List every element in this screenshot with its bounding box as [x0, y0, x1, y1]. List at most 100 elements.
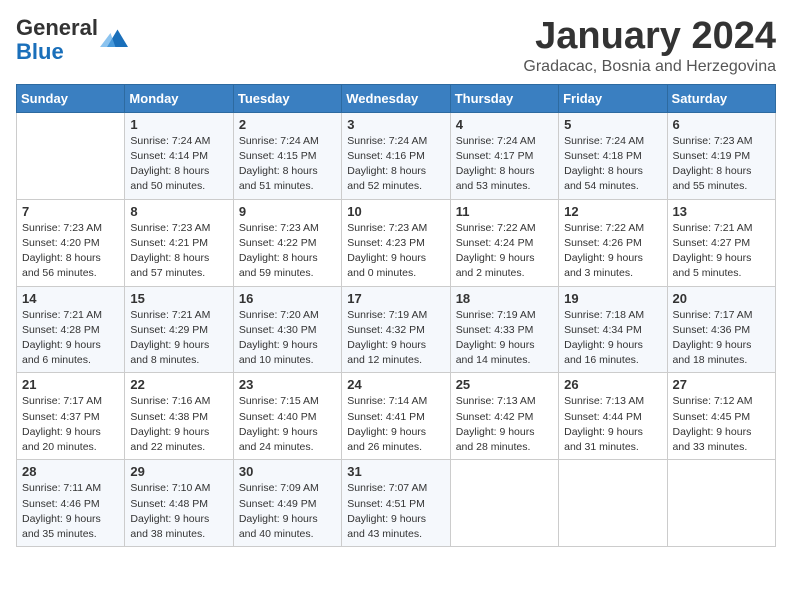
- day-number: 25: [456, 377, 553, 392]
- logo-icon: [100, 26, 128, 54]
- location: Gradacac, Bosnia and Herzegovina: [523, 58, 776, 76]
- calendar-cell: 22Sunrise: 7:16 AMSunset: 4:38 PMDayligh…: [125, 373, 233, 460]
- calendar-cell: 25 Sunrise: 7:13 AMSunset: 4:42 PMDayligh…: [450, 373, 558, 460]
- day-info: Sunrise: 7:23 AMSunset: 4:21 PMDaylight:…: [130, 221, 227, 282]
- day-number: 26: [564, 377, 661, 392]
- day-info: Sunrise: 7:21 AMSunset: 4:28 PMDaylight:…: [22, 308, 119, 369]
- day-number: 7: [22, 204, 119, 219]
- calendar-cell: 11 Sunrise: 7:22 AMSunset: 4:24 PMDayligh…: [450, 199, 558, 286]
- day-info: Sunrise: 7:23 AMSunset: 4:20 PMDaylight:…: [22, 221, 119, 282]
- day-info: Sunrise: 7:24 AMSunset: 4:18 PMDaylight:…: [564, 134, 661, 195]
- header-cell-tuesday: Tuesday: [233, 84, 341, 112]
- day-number: 30: [239, 464, 336, 479]
- day-info: Sunrise: 7:15 AMSunset: 4:40 PMDaylight:…: [239, 394, 336, 455]
- day-info: Sunrise: 7:21 AMSunset: 4:27 PMDaylight:…: [673, 221, 770, 282]
- day-number: 20: [673, 291, 770, 306]
- day-info: Sunrise: 7:14 AMSunset: 4:41 PMDaylight:…: [347, 394, 444, 455]
- day-info: Sunrise: 7:20 AMSunset: 4:30 PMDaylight:…: [239, 308, 336, 369]
- month-title: January 2024: [523, 16, 776, 58]
- calendar-week-row: 7 Sunrise: 7:23 AMSunset: 4:20 PMDaylight…: [17, 199, 776, 286]
- day-info: Sunrise: 7:16 AMSunset: 4:38 PMDaylight:…: [130, 394, 227, 455]
- calendar-cell: 2 Sunrise: 7:24 AMSunset: 4:15 PMDaylight…: [233, 112, 341, 199]
- calendar-cell: 29 Sunrise: 7:10 AMSunset: 4:48 PMDayligh…: [125, 460, 233, 547]
- calendar-cell: 20 Sunrise: 7:17 AMSunset: 4:36 PMDayligh…: [667, 286, 775, 373]
- page-header: General Blue January 2024 Gradacac, Bosn…: [16, 16, 776, 76]
- calendar-cell: 1Sunrise: 7:24 AMSunset: 4:14 PMDaylight…: [125, 112, 233, 199]
- day-number: 23: [239, 377, 336, 392]
- calendar-cell: 30 Sunrise: 7:09 AMSunset: 4:49 PMDayligh…: [233, 460, 341, 547]
- day-number: 17: [347, 291, 444, 306]
- day-number: 4: [456, 117, 553, 132]
- day-number: 24: [347, 377, 444, 392]
- calendar-cell: 16 Sunrise: 7:20 AMSunset: 4:30 PMDayligh…: [233, 286, 341, 373]
- calendar-week-row: 14 Sunrise: 7:21 AMSunset: 4:28 PMDayligh…: [17, 286, 776, 373]
- header-cell-friday: Friday: [559, 84, 667, 112]
- calendar-week-row: 1Sunrise: 7:24 AMSunset: 4:14 PMDaylight…: [17, 112, 776, 199]
- day-info: Sunrise: 7:13 AMSunset: 4:42 PMDaylight:…: [456, 394, 553, 455]
- day-info: Sunrise: 7:22 AMSunset: 4:26 PMDaylight:…: [564, 221, 661, 282]
- day-info: Sunrise: 7:23 AMSunset: 4:23 PMDaylight:…: [347, 221, 444, 282]
- day-number: 19: [564, 291, 661, 306]
- calendar-cell: 5 Sunrise: 7:24 AMSunset: 4:18 PMDaylight…: [559, 112, 667, 199]
- calendar-week-row: 21Sunrise: 7:17 AMSunset: 4:37 PMDayligh…: [17, 373, 776, 460]
- calendar-body: 1Sunrise: 7:24 AMSunset: 4:14 PMDaylight…: [17, 112, 776, 546]
- day-info: Sunrise: 7:23 AMSunset: 4:19 PMDaylight:…: [673, 134, 770, 195]
- title-block: January 2024 Gradacac, Bosnia and Herzeg…: [523, 16, 776, 76]
- day-info: Sunrise: 7:24 AMSunset: 4:17 PMDaylight:…: [456, 134, 553, 195]
- day-number: 6: [673, 117, 770, 132]
- calendar-cell: 10 Sunrise: 7:23 AMSunset: 4:23 PMDayligh…: [342, 199, 450, 286]
- calendar-cell: 19 Sunrise: 7:18 AMSunset: 4:34 PMDayligh…: [559, 286, 667, 373]
- calendar-cell: 24 Sunrise: 7:14 AMSunset: 4:41 PMDayligh…: [342, 373, 450, 460]
- day-number: 10: [347, 204, 444, 219]
- calendar-cell: 6 Sunrise: 7:23 AMSunset: 4:19 PMDaylight…: [667, 112, 775, 199]
- calendar-cell: 21Sunrise: 7:17 AMSunset: 4:37 PMDayligh…: [17, 373, 125, 460]
- day-info: Sunrise: 7:19 AMSunset: 4:32 PMDaylight:…: [347, 308, 444, 369]
- calendar-table: SundayMondayTuesdayWednesdayThursdayFrid…: [16, 84, 776, 547]
- day-info: Sunrise: 7:17 AMSunset: 4:37 PMDaylight:…: [22, 394, 119, 455]
- calendar-cell: 31Sunrise: 7:07 AMSunset: 4:51 PMDayligh…: [342, 460, 450, 547]
- calendar-cell: [667, 460, 775, 547]
- day-number: 2: [239, 117, 336, 132]
- header-cell-thursday: Thursday: [450, 84, 558, 112]
- header-cell-monday: Monday: [125, 84, 233, 112]
- header-cell-sunday: Sunday: [17, 84, 125, 112]
- day-info: Sunrise: 7:23 AMSunset: 4:22 PMDaylight:…: [239, 221, 336, 282]
- calendar-cell: 28 Sunrise: 7:11 AMSunset: 4:46 PMDayligh…: [17, 460, 125, 547]
- calendar-cell: 23 Sunrise: 7:15 AMSunset: 4:40 PMDayligh…: [233, 373, 341, 460]
- day-number: 3: [347, 117, 444, 132]
- header-cell-wednesday: Wednesday: [342, 84, 450, 112]
- day-info: Sunrise: 7:07 AMSunset: 4:51 PMDaylight:…: [347, 481, 444, 542]
- day-number: 11: [456, 204, 553, 219]
- calendar-cell: [17, 112, 125, 199]
- day-info: Sunrise: 7:17 AMSunset: 4:36 PMDaylight:…: [673, 308, 770, 369]
- calendar-cell: 27Sunrise: 7:12 AMSunset: 4:45 PMDayligh…: [667, 373, 775, 460]
- day-info: Sunrise: 7:24 AMSunset: 4:15 PMDaylight:…: [239, 134, 336, 195]
- calendar-cell: 9 Sunrise: 7:23 AMSunset: 4:22 PMDaylight…: [233, 199, 341, 286]
- day-number: 14: [22, 291, 119, 306]
- calendar-cell: 18 Sunrise: 7:19 AMSunset: 4:33 PMDayligh…: [450, 286, 558, 373]
- day-info: Sunrise: 7:10 AMSunset: 4:48 PMDaylight:…: [130, 481, 227, 542]
- day-info: Sunrise: 7:24 AMSunset: 4:16 PMDaylight:…: [347, 134, 444, 195]
- day-info: Sunrise: 7:19 AMSunset: 4:33 PMDaylight:…: [456, 308, 553, 369]
- calendar-cell: 15 Sunrise: 7:21 AMSunset: 4:29 PMDayligh…: [125, 286, 233, 373]
- day-info: Sunrise: 7:22 AMSunset: 4:24 PMDaylight:…: [456, 221, 553, 282]
- calendar-cell: 26 Sunrise: 7:13 AMSunset: 4:44 PMDayligh…: [559, 373, 667, 460]
- day-number: 29: [130, 464, 227, 479]
- calendar-cell: 4 Sunrise: 7:24 AMSunset: 4:17 PMDaylight…: [450, 112, 558, 199]
- day-number: 5: [564, 117, 661, 132]
- day-number: 9: [239, 204, 336, 219]
- header-cell-saturday: Saturday: [667, 84, 775, 112]
- day-number: 28: [22, 464, 119, 479]
- day-info: Sunrise: 7:09 AMSunset: 4:49 PMDaylight:…: [239, 481, 336, 542]
- day-number: 16: [239, 291, 336, 306]
- day-info: Sunrise: 7:24 AMSunset: 4:14 PMDaylight:…: [130, 134, 227, 195]
- day-number: 15: [130, 291, 227, 306]
- day-info: Sunrise: 7:18 AMSunset: 4:34 PMDaylight:…: [564, 308, 661, 369]
- day-number: 18: [456, 291, 553, 306]
- day-info: Sunrise: 7:13 AMSunset: 4:44 PMDaylight:…: [564, 394, 661, 455]
- logo-blue: Blue: [16, 39, 64, 64]
- day-info: Sunrise: 7:12 AMSunset: 4:45 PMDaylight:…: [673, 394, 770, 455]
- calendar-cell: 13Sunrise: 7:21 AMSunset: 4:27 PMDayligh…: [667, 199, 775, 286]
- day-info: Sunrise: 7:21 AMSunset: 4:29 PMDaylight:…: [130, 308, 227, 369]
- day-info: Sunrise: 7:11 AMSunset: 4:46 PMDaylight:…: [22, 481, 119, 542]
